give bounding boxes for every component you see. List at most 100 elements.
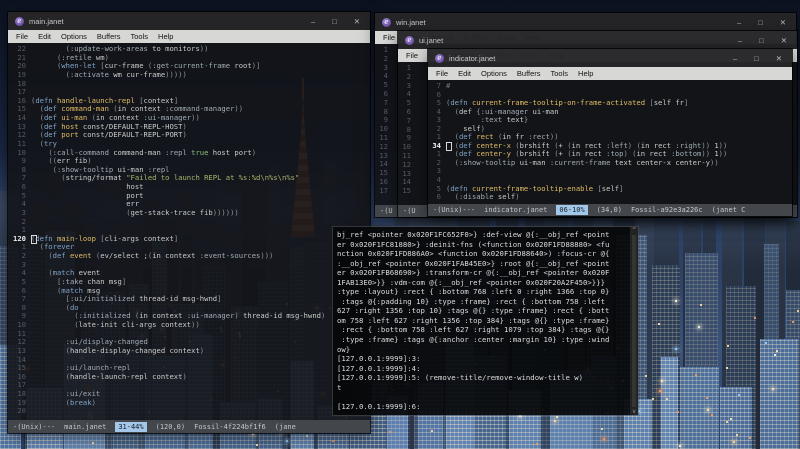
minimize-button[interactable]: – — [733, 54, 737, 63]
code-line: 2 — [8, 216, 370, 227]
modeline-cursor-position: (34,0) — [596, 206, 622, 214]
menu-item-tools[interactable]: Tools — [551, 69, 569, 78]
scroll-up-arrow[interactable]: ^ — [632, 227, 636, 234]
city-light — [553, 419, 556, 422]
menu-item-file[interactable]: File — [406, 51, 418, 60]
scroll-down-arrow[interactable]: v — [632, 408, 636, 415]
city-light — [776, 350, 779, 353]
menu-item-file[interactable]: File — [16, 32, 28, 41]
minimize-button[interactable]: – — [737, 18, 741, 27]
line-number: 7 — [21, 294, 26, 304]
titlebar-ui[interactable]: e ui.janet – □ ✕ — [398, 31, 797, 49]
code-line: 3 (get-stack-trace fib)))))) — [8, 207, 370, 218]
city-light — [698, 325, 701, 328]
code-area-indicator[interactable]: 7 #6 5 (defn current-frame-tooltip-on-frame… — [428, 80, 792, 204]
window-title-main: main.janet — [29, 16, 64, 26]
emacs-icon: e — [435, 53, 444, 63]
menu-item-file[interactable]: File — [436, 69, 448, 78]
line-number: 4 — [21, 268, 26, 278]
line-number: 3 — [21, 259, 26, 269]
repl-console[interactable]: bj_ref <pointer 0x020F1FC652F0>} :def-vi… — [333, 227, 638, 415]
code-line: 19 (:activate wm cur-frame))))) — [8, 70, 370, 80]
repl-line: [127.0.0.1:9999]:4: — [337, 363, 421, 373]
modeline-mode: (janet C — [711, 206, 746, 214]
city-light — [706, 396, 709, 399]
menu-item-help[interactable]: Help — [578, 69, 593, 78]
maximize-button[interactable]: □ — [754, 54, 759, 63]
city-light — [796, 310, 799, 313]
modeline-buffer-name: indicator.janet — [484, 206, 548, 214]
code-text: (def event (ev/select ;(in context :even… — [48, 251, 274, 260]
titlebar-main[interactable]: e main.janet – □ ✕ — [8, 12, 370, 30]
modeline-prefix: -(U — [380, 207, 393, 215]
menu-item-edit[interactable]: Edit — [458, 69, 471, 78]
close-button[interactable]: ✕ — [776, 54, 782, 63]
city-light — [791, 320, 794, 323]
building — [661, 356, 678, 449]
titlebar-indicator[interactable]: e indicator.janet – □ ✕ — [428, 49, 792, 67]
line-number: 120 — [13, 233, 26, 243]
minimize-button[interactable]: – — [311, 17, 315, 26]
maximize-button[interactable]: □ — [332, 17, 337, 26]
close-button[interactable]: ✕ — [780, 18, 786, 27]
titlebar-win[interactable]: e win.janet – □ ✕ — [375, 13, 796, 31]
window-title-indicator: indicator.janet — [449, 53, 496, 63]
city-light — [674, 300, 677, 303]
menu-item-options[interactable]: Options — [481, 69, 507, 78]
repl-line: :__obj_ref <pointer 0x020F1FAB45E0>} :ro… — [337, 258, 610, 268]
repl-line: om 758 :left 627 :right 1356 :top 384} :… — [337, 315, 610, 325]
building — [719, 387, 753, 449]
city-light — [735, 434, 738, 437]
code-text: (get-stack-trace fib)))))) — [126, 207, 239, 217]
menu-item-buffers[interactable]: Buffers — [517, 69, 541, 78]
code-text: (:show-tooltip ui-man :current-frame tex… — [454, 157, 719, 167]
line-number: 2 — [21, 216, 26, 226]
repl-line: 1FAB13E0>}} :vdm-com @{:__obj_ref <point… — [337, 277, 605, 287]
modeline-scroll-indicator: 31-44% — [115, 421, 147, 432]
menu-item-buffers[interactable]: Buffers — [97, 32, 121, 41]
city-light — [430, 429, 433, 432]
line-number: 6 — [21, 182, 26, 191]
repl-line: [127.0.0.1:9999]:5: (remove-title/remove… — [337, 373, 584, 383]
menu-item-options[interactable]: Options — [61, 32, 87, 41]
building — [759, 339, 799, 449]
menu-item-tools[interactable]: Tools — [131, 32, 149, 41]
modeline-prefix: -(Unix)--- — [433, 206, 476, 214]
city-light — [389, 431, 392, 433]
code-line: 7 # — [428, 81, 792, 91]
city-light — [677, 411, 680, 414]
maximize-button[interactable]: □ — [758, 18, 763, 27]
code-text: (:disable self) — [454, 192, 520, 202]
menu-item-help[interactable]: Help — [158, 32, 173, 41]
close-button[interactable]: ✕ — [781, 36, 787, 45]
city-light — [92, 442, 95, 445]
close-button[interactable]: ✕ — [354, 17, 360, 26]
minimize-button[interactable]: – — [738, 36, 742, 45]
city-light — [748, 437, 751, 440]
scrollbar-track[interactable] — [632, 235, 636, 407]
city-light — [556, 416, 559, 419]
modeline-vcs-revision: Fossil-a92e3a226c — [630, 206, 703, 214]
city-light — [306, 434, 309, 437]
city-light — [652, 397, 654, 400]
repl-scrollbar[interactable]: ^ v — [630, 227, 638, 415]
code-area-main[interactable]: 22 (:update-work-areas to monitors)) 21 (… — [8, 43, 370, 420]
line-number: 8 — [21, 302, 26, 312]
code-line: 12 (def port const/DEFAULT-REPL-PORT) — [8, 130, 370, 140]
city-light — [772, 387, 775, 390]
modeline-scroll-indicator: 06-10% — [556, 205, 588, 215]
maximize-button[interactable]: □ — [759, 36, 764, 45]
line-number: 1 — [21, 242, 26, 252]
modeline-prefix: -(Unix)--- — [13, 422, 56, 431]
menu-item-edit[interactable]: Edit — [38, 32, 51, 41]
city-light — [519, 414, 522, 417]
menu-item-file[interactable]: File — [383, 33, 395, 42]
window-title-win: win.janet — [396, 17, 426, 27]
modeline-main: -(Unix)--- main.janet 31-44% (120,0) Fos… — [8, 420, 370, 433]
city-light — [666, 397, 669, 400]
emacs-icon: e — [15, 16, 24, 26]
city-light — [706, 409, 709, 412]
code-line: 16 (handle-launch-repl context) — [8, 372, 370, 382]
modeline-mode: (jane — [274, 422, 296, 431]
city-light — [331, 440, 334, 442]
